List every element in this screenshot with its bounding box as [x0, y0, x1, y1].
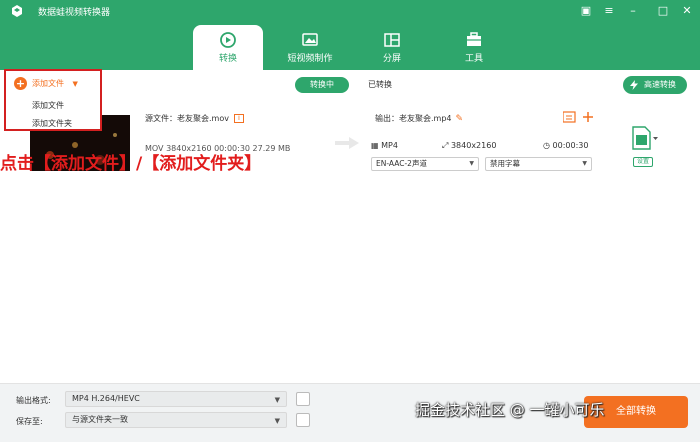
info-icon[interactable]: i [233, 114, 244, 123]
tab-short-video-label: 短视频制作 [287, 54, 333, 64]
setting-label[interactable]: 设置 [633, 157, 653, 167]
output-format: ▦ MP4 [371, 141, 398, 150]
tab-converted[interactable]: 已转换 [360, 77, 400, 93]
file-list-item: 源文件：老友聚会.mov i MOV 3840x2160 00:00:30 27.… [5, 102, 695, 188]
expand-icon: ⤢ [442, 141, 449, 150]
title-bar: 数据蛙视频转换器 ▣ ≡ – □ ✕ [0, 0, 700, 22]
annotation-text: 点击【添加文件】/【添加文件夹】 [0, 154, 262, 174]
save-to-select[interactable]: 与源文件夹一致 ▼ [65, 412, 287, 428]
tab-convert-label: 转换 [218, 54, 237, 64]
watermark-text: 掘金技术社区 @ 一罐小可乐 [415, 401, 605, 419]
caret-down-icon: ▼ [72, 80, 78, 88]
output-format-value: MP4 H.264/HEVC [72, 394, 140, 403]
subtitle-value: 禁用字幕 [490, 159, 520, 168]
edit-icon[interactable]: ✎ [456, 114, 464, 124]
convert-icon [220, 32, 236, 48]
chevron-down-icon: ▼ [274, 396, 280, 404]
output-duration: ◷ 00:00:30 [543, 141, 588, 150]
maximize-icon[interactable]: □ [655, 3, 671, 19]
output-format-text: MP4 [381, 141, 398, 150]
chevron-down-icon: ▼ [274, 417, 280, 425]
lightning-icon [630, 80, 638, 90]
source-file-name: 源文件：老友聚会.mov i [145, 113, 244, 124]
subtitle-select[interactable]: 禁用字幕 ▼ [485, 157, 592, 171]
plus-icon: + [14, 77, 27, 90]
tab-tools-label: 工具 [464, 54, 483, 64]
menu-item-add-file[interactable]: 添加文件 [32, 100, 64, 111]
cut-icon[interactable] [583, 112, 593, 122]
clock-icon: ◷ [543, 141, 550, 150]
save-to-value: 与源文件夹一致 [72, 415, 128, 424]
source-file-text: 源文件：老友聚会.mov [145, 114, 229, 123]
close-icon[interactable]: ✕ [679, 3, 695, 19]
output-format-select[interactable]: MP4 H.264/HEVC ▼ [65, 391, 287, 407]
output-resolution-text: 3840x2160 [450, 141, 497, 150]
sub-tabs-row: 转换中 已转换 高速转换 [0, 70, 700, 100]
tab-converting[interactable]: 转换中 [295, 77, 349, 93]
output-duration-text: 00:00:30 [552, 141, 589, 150]
subtitle-icon[interactable] [563, 111, 576, 123]
arrow-right-icon [335, 137, 359, 149]
image-icon [302, 33, 318, 46]
app-window: 数据蛙视频转换器 ▣ ≡ – □ ✕ 转换 短视频制作 分屏 工具 转换中 已转… [0, 0, 700, 442]
message-icon[interactable]: ▣ [578, 3, 594, 19]
split-screen-icon [384, 33, 400, 47]
audio-track-select[interactable]: EN-AAC-2声道 ▼ [371, 157, 479, 171]
chevron-down-icon: ▼ [469, 160, 474, 167]
add-file-label: 添加文件 [32, 79, 64, 88]
app-logo-icon [12, 5, 22, 17]
tab-tools[interactable]: 工具 [439, 25, 509, 70]
save-to-label: 保存至: [16, 417, 43, 426]
output-format-label: 输出格式: [16, 396, 51, 405]
minimize-icon[interactable]: – [625, 3, 641, 19]
output-file-text: 输出：老友聚会.mp4 [375, 114, 452, 123]
menu-item-add-folder[interactable]: 添加文件夹 [32, 118, 72, 129]
chevron-down-icon: ▼ [582, 160, 587, 167]
folder-icon[interactable] [296, 413, 310, 427]
fast-convert-label: 高速转换 [644, 80, 676, 89]
tab-split-screen-label: 分屏 [382, 54, 401, 64]
main-nav: 转换 短视频制作 分屏 工具 [0, 22, 700, 70]
toolbox-icon [467, 32, 481, 46]
output-tools [563, 111, 593, 123]
output-resolution: ⤢ 3840x2160 [442, 141, 496, 151]
tab-convert[interactable]: 转换 [193, 25, 263, 70]
add-file-button[interactable]: + 添加文件 ▼ [14, 77, 78, 91]
menu-icon[interactable]: ≡ [601, 3, 617, 19]
fast-convert-button[interactable]: 高速转换 [623, 76, 687, 94]
audio-track-value: EN-AAC-2声道 [376, 159, 427, 168]
film-icon: ▦ [371, 141, 379, 150]
add-file-dropdown: + 添加文件 ▼ 添加文件 添加文件夹 [4, 69, 102, 131]
tab-short-video[interactable]: 短视频制作 [275, 25, 345, 70]
app-title: 数据蛙视频转换器 [38, 8, 111, 18]
tab-split-screen[interactable]: 分屏 [357, 25, 427, 70]
output-file-name: 输出：老友聚会.mp4 ✎ [375, 113, 463, 124]
format-settings-icon[interactable] [296, 392, 310, 406]
